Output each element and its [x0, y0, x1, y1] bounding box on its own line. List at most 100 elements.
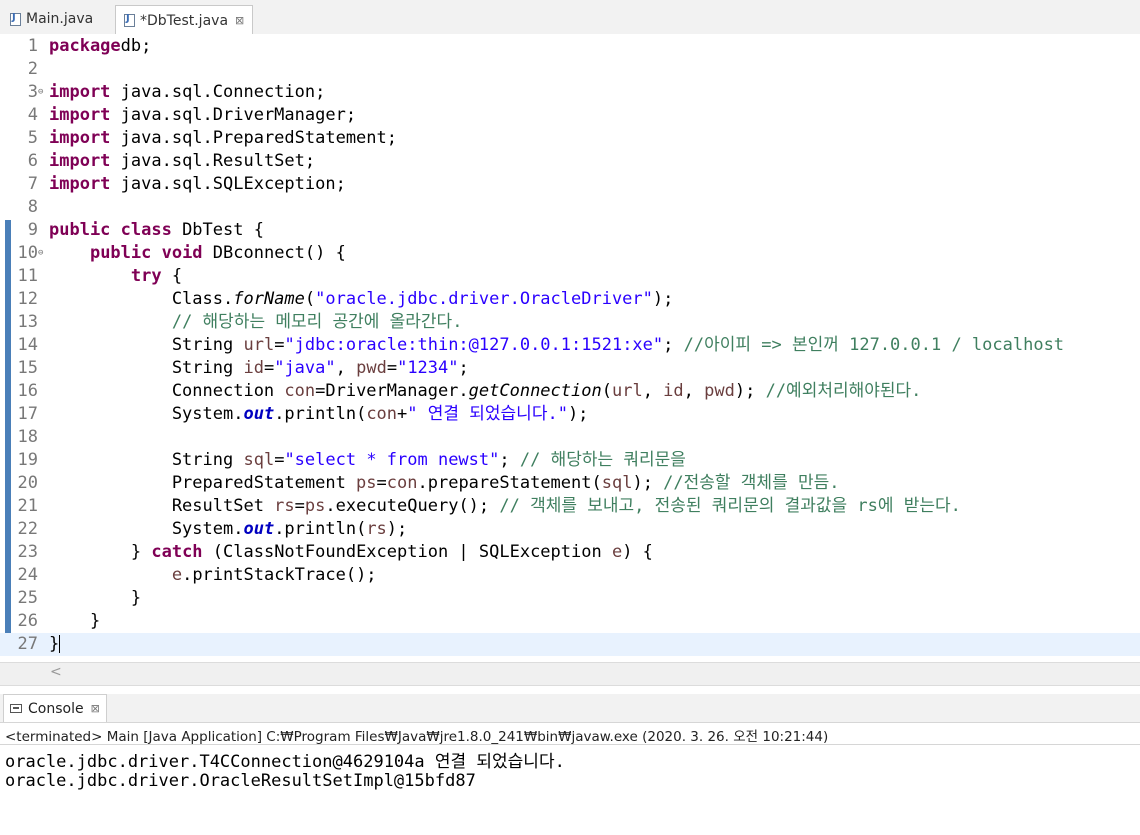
code-token: java.sql.ResultSet; [110, 151, 316, 171]
code-token: , [642, 381, 664, 401]
code-line[interactable]: 27} [0, 633, 1140, 656]
line-number: 3 [27, 82, 38, 102]
line-number: 16 [17, 381, 38, 401]
code-line[interactable]: 24 e.printStackTrace(); [0, 564, 1140, 587]
code-token: con [386, 473, 418, 493]
code-token: PreparedStatement [49, 473, 357, 493]
line-number: 24 [17, 565, 38, 585]
line-number: 14 [17, 335, 38, 355]
editor-tab-bar: Main.java *DbTest.java ⊠ [0, 0, 1140, 35]
code-line[interactable]: 12 Class.forName("oracle.jdbc.driver.Ora… [0, 288, 1140, 311]
code-line[interactable]: 25 } [0, 587, 1140, 610]
code-token: // 해당하는 쿼리문을 [519, 450, 686, 470]
code-text: import java.sql.Connection; [49, 81, 325, 104]
code-line[interactable]: 8 [0, 196, 1140, 219]
code-token: //전송할 객체를 만듬. [663, 473, 840, 493]
line-number: 25 [17, 588, 38, 608]
code-token: .executeQuery(); [325, 496, 500, 516]
code-line[interactable]: 6 import java.sql.ResultSet; [0, 150, 1140, 173]
code-text: try { [49, 265, 182, 288]
code-token: } [49, 542, 152, 562]
fold-collapse-icon[interactable]: ⊖ [38, 242, 43, 265]
code-text: } [49, 610, 100, 633]
code-line[interactable]: 5 import java.sql.PreparedStatement; [0, 127, 1140, 150]
code-line[interactable]: 19 String sql="select * from newst"; // … [0, 449, 1140, 472]
code-text: public class DbTest { [49, 219, 264, 242]
line-number: 10 [17, 243, 38, 263]
code-token: url [611, 381, 643, 401]
code-token: con [284, 381, 316, 401]
code-line[interactable]: 21 ResultSet rs=ps.executeQuery(); // 객체… [0, 495, 1140, 518]
code-token: sql [243, 450, 275, 470]
close-icon[interactable]: ⊠ [91, 702, 100, 715]
line-number: 20 [17, 473, 38, 493]
line-number: 17 [17, 404, 38, 424]
code-line[interactable]: 22 System.out.println(rs); [0, 518, 1140, 541]
code-line[interactable]: 17 System.out.println(con+" 연결 되었습니다."); [0, 403, 1140, 426]
code-line[interactable]: 9 public class DbTest { [0, 219, 1140, 242]
code-line[interactable]: 26 } [0, 610, 1140, 633]
code-token: import [49, 128, 111, 148]
scroll-left-icon[interactable]: < [50, 664, 62, 680]
line-number: 21 [17, 496, 38, 516]
code-token: ); [567, 404, 589, 424]
console-status: <terminated> Main [Java Application] C:₩… [5, 729, 829, 745]
code-token: java.sql.DriverManager; [110, 105, 357, 125]
code-token: con [366, 404, 398, 424]
line-number: 15 [17, 358, 38, 378]
code-token: ( [304, 289, 316, 309]
code-token: .prepareStatement( [417, 473, 602, 493]
console-output-line: oracle.jdbc.driver.OracleResultSetImpl@1… [5, 771, 476, 791]
code-token: "java" [274, 358, 336, 378]
code-token: ) { [622, 542, 653, 562]
code-line[interactable]: 10 ⊖ public void DBconnect() { [0, 242, 1140, 265]
code-token: = [386, 358, 398, 378]
code-text: import java.sql.SQLException; [49, 173, 346, 196]
close-icon[interactable]: ⊠ [235, 14, 244, 27]
code-text: } [49, 633, 61, 656]
fold-collapse-icon[interactable]: ⊖ [38, 81, 43, 104]
code-token: "select * from newst" [284, 450, 500, 470]
code-token: out [243, 519, 275, 539]
line-number: 22 [17, 519, 38, 539]
code-line[interactable]: 15 String id="java", pwd="1234"; [0, 357, 1140, 380]
tab-main-java[interactable]: Main.java [2, 5, 101, 33]
code-line[interactable]: 11 try { [0, 265, 1140, 288]
line-number: 9 [27, 220, 38, 240]
code-line[interactable]: 1 packagedb; [0, 35, 1140, 58]
code-text: packagedb; [49, 35, 151, 58]
console-tab-bar: Console ⊠ [0, 694, 1140, 723]
code-token: = [263, 358, 275, 378]
code-line[interactable]: 3 ⊖ import java.sql.Connection; [0, 81, 1140, 104]
code-line[interactable]: 13 // 해당하는 메모리 공간에 올라간다. [0, 311, 1140, 334]
code-token: ); [734, 381, 766, 401]
code-text: Class.forName("oracle.jdbc.driver.Oracle… [49, 288, 674, 311]
code-token: " 연결 되었습니다." [407, 404, 568, 424]
code-text: String id="java", pwd="1234"; [49, 357, 469, 380]
text-cursor [59, 635, 61, 653]
code-line[interactable]: 4 import java.sql.DriverManager; [0, 104, 1140, 127]
line-number: 27 [17, 634, 38, 654]
code-editor[interactable]: 1 packagedb; 2 3 ⊖ import java.sql.Connection… [0, 34, 1140, 662]
code-token: java.sql.PreparedStatement; [110, 128, 397, 148]
code-token: } [49, 588, 142, 608]
code-line[interactable]: 20 PreparedStatement ps=con.prepareState… [0, 472, 1140, 495]
code-line[interactable]: 14 String url="jdbc:oracle:thin:@127.0.0… [0, 334, 1140, 357]
code-line[interactable]: 23 } catch (ClassNotFoundException | SQL… [0, 541, 1140, 564]
code-text: } catch (ClassNotFoundException | SQLExc… [49, 541, 653, 564]
code-text: } [49, 587, 141, 610]
code-line[interactable]: 16 Connection con=DriverManager.getConne… [0, 380, 1140, 403]
horizontal-scrollbar[interactable]: < [0, 662, 1140, 686]
code-token: String [49, 358, 244, 378]
code-line[interactable]: 18 [0, 426, 1140, 449]
code-line[interactable]: 7 import java.sql.SQLException; [0, 173, 1140, 196]
code-token: { [161, 266, 183, 286]
code-token: url [243, 335, 275, 355]
tab-dbtest-java[interactable]: *DbTest.java ⊠ [115, 5, 254, 35]
code-line[interactable]: 2 [0, 58, 1140, 81]
tab-console[interactable]: Console ⊠ [3, 694, 107, 722]
code-token: db; [120, 36, 152, 56]
code-token: "oracle.jdbc.driver.OracleDriver" [315, 289, 653, 309]
